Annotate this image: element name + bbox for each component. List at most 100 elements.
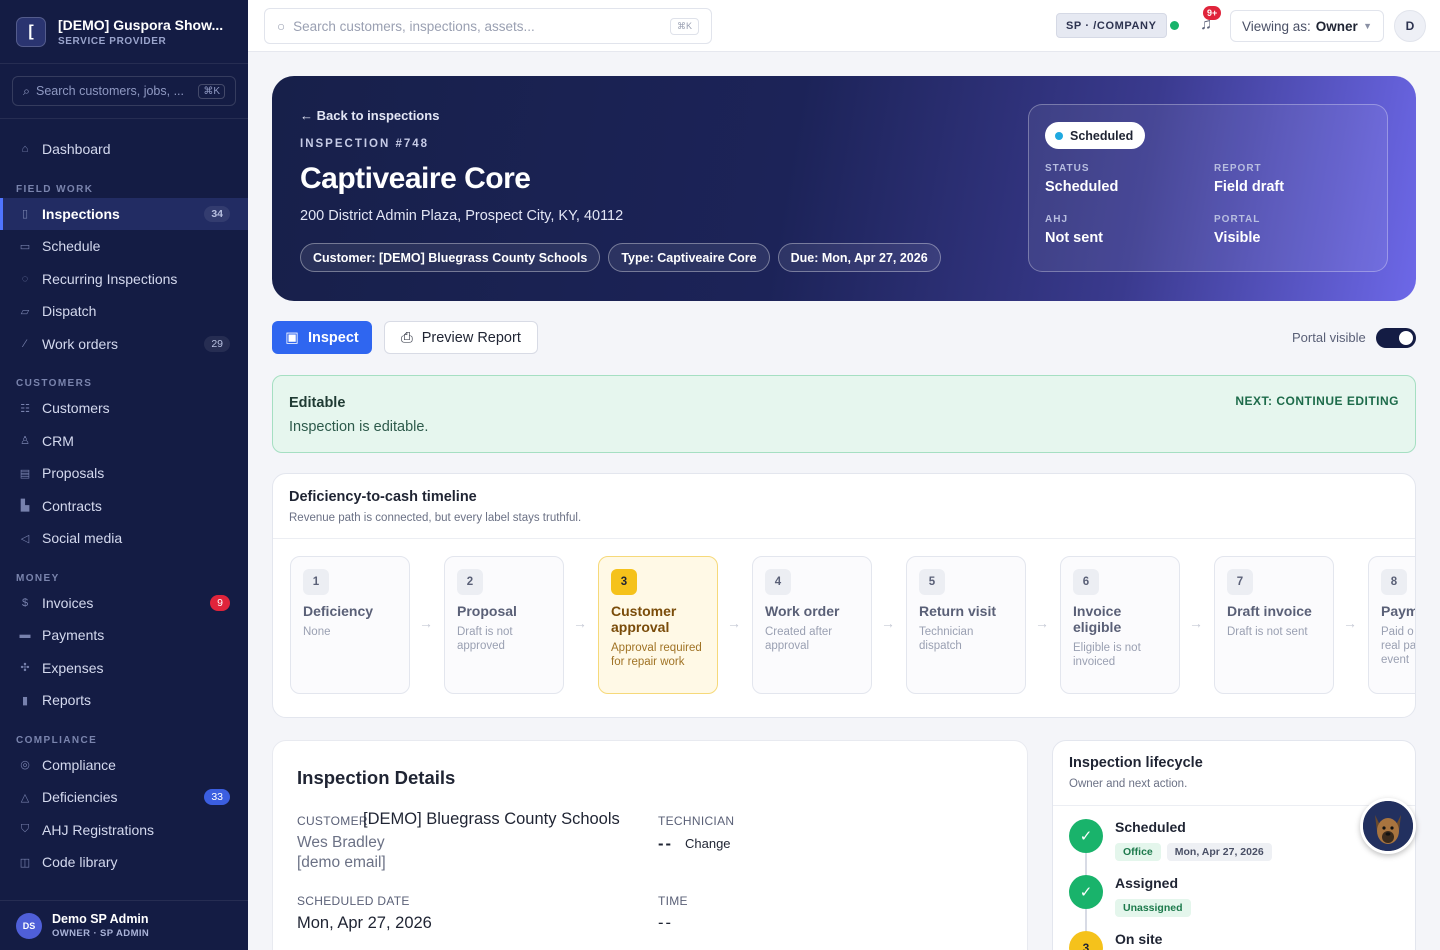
sidebar-item-ahj-registrations[interactable]: ⛉ AHJ Registrations bbox=[0, 814, 248, 847]
search-placeholder: Search customers, inspections, assets... bbox=[293, 18, 535, 34]
sidebar-item-expenses[interactable]: ✣ Expenses bbox=[0, 652, 248, 685]
sidebar-item-crm[interactable]: ♙ CRM bbox=[0, 425, 248, 458]
timeline-step-work-order[interactable]: 4 Work order Created after approval bbox=[752, 556, 872, 694]
timeline-step-deficiency[interactable]: 1 Deficiency None bbox=[290, 556, 410, 694]
sidebar-item-recurring-inspections[interactable]: ◌ Recurring Inspections bbox=[0, 263, 248, 296]
field-value: Visible bbox=[1214, 230, 1261, 246]
sidebar-item-schedule[interactable]: ▭ Schedule bbox=[0, 230, 248, 263]
sidebar-item-label: Social media bbox=[42, 530, 123, 547]
customer-label: CUSTOMER bbox=[297, 814, 368, 828]
sidebar-item-reports[interactable]: ▮ Reports bbox=[0, 684, 248, 717]
type-chip: Type: Captiveaire Core bbox=[608, 243, 770, 272]
timeline-step-return-visit[interactable]: 5 Return visit Technician dispatch bbox=[906, 556, 1026, 694]
timeline-step-payment[interactable]: 8 Paym Paid o real pa event bbox=[1368, 556, 1416, 694]
step-title: Customer approval bbox=[611, 603, 677, 635]
sidebar-item-proposals[interactable]: ▤ Proposals bbox=[0, 457, 248, 490]
calendar-icon: ▭ bbox=[19, 240, 31, 253]
time-value: -- bbox=[658, 914, 673, 932]
next-action-link[interactable]: NEXT: CONTINUE EDITING bbox=[1235, 394, 1399, 408]
portal-field: PORTAL Visible bbox=[1214, 214, 1260, 246]
page-title: Captiveaire Core bbox=[300, 162, 531, 195]
sidebar-item-customers[interactable]: ☷ Customers bbox=[0, 392, 248, 425]
sidebar-item-dispatch[interactable]: ▱ Dispatch bbox=[0, 295, 248, 328]
brand[interactable]: [ [DEMO] Guspora Show... SERVICE PROVIDE… bbox=[0, 0, 248, 64]
inspection-number: INSPECTION #748 bbox=[300, 138, 430, 150]
inspect-button-label: Inspect bbox=[307, 329, 359, 346]
sidebar-item-label: Dashboard bbox=[42, 141, 111, 158]
megaphone-icon: ◁ bbox=[20, 532, 30, 545]
timeline-step-proposal[interactable]: 2 Proposal Draft is not approved bbox=[444, 556, 564, 694]
status-card: Scheduled STATUS Scheduled REPORT Field … bbox=[1028, 104, 1388, 272]
due-chip: Due: Mon, Apr 27, 2026 bbox=[777, 243, 941, 272]
status-dot-icon bbox=[1055, 131, 1063, 140]
timeline-subtitle: Revenue path is connected, but every lab… bbox=[289, 512, 582, 524]
assistant-avatar[interactable] bbox=[1360, 798, 1416, 854]
online-status-icon bbox=[1170, 21, 1179, 30]
viewing-as-select[interactable]: Viewing as: Owner ▼ bbox=[1230, 10, 1384, 42]
count-badge: 33 bbox=[204, 789, 230, 806]
customer-chip[interactable]: Customer: [DEMO] Bluegrass County School… bbox=[300, 243, 601, 272]
sidebar-item-code-library[interactable]: ◫ Code library bbox=[0, 846, 248, 879]
step-number: 7 bbox=[1227, 569, 1253, 595]
sidebar-item-label: CRM bbox=[42, 432, 74, 449]
sidebar-item-compliance[interactable]: ◎ Compliance bbox=[0, 749, 248, 782]
sidebar-item-label: Dispatch bbox=[42, 303, 97, 320]
user-role: OWNER · SP ADMIN bbox=[52, 928, 150, 939]
dollar-icon: $ bbox=[21, 596, 29, 609]
repeat-icon: ◌ bbox=[21, 272, 29, 285]
lifecycle-subtitle: Owner and next action. bbox=[1069, 778, 1188, 790]
divider bbox=[273, 538, 1415, 539]
file-icon: ▤ bbox=[19, 467, 31, 480]
step-desc: Paid o real pa event bbox=[1381, 626, 1416, 666]
sidebar-item-invoices[interactable]: $ Invoices 9 bbox=[0, 587, 248, 620]
lifecycle-connector bbox=[1085, 909, 1087, 931]
home-icon: ⌂ bbox=[21, 143, 29, 156]
sidebar-search-input[interactable]: ⌕ Search customers, jobs, ... ⌘K bbox=[12, 76, 236, 106]
check-circle-icon: ◎ bbox=[20, 759, 30, 772]
step-number: 8 bbox=[1381, 569, 1407, 595]
global-search-input[interactable]: ○ Search customers, inspections, assets.… bbox=[264, 8, 712, 44]
sidebar-item-inspections[interactable]: ▯ Inspections 34 bbox=[0, 197, 248, 230]
dog-avatar-icon bbox=[1363, 801, 1413, 851]
users-icon: ☷ bbox=[20, 402, 30, 415]
sidebar-item-payments[interactable]: ▬ Payments bbox=[0, 619, 248, 652]
customer-value[interactable]: [DEMO] Bluegrass County Schools bbox=[363, 810, 620, 829]
brand-name: [DEMO] Guspora Show... bbox=[58, 16, 224, 33]
sidebar-item-social-media[interactable]: ◁ Social media bbox=[0, 522, 248, 555]
warning-icon: △ bbox=[20, 791, 30, 804]
step-title: Work order bbox=[765, 603, 840, 619]
step-number: 5 bbox=[919, 569, 945, 595]
sidebar-item-label: Schedule bbox=[42, 238, 101, 255]
sidebar-item-work-orders[interactable]: ⁄ Work orders 29 bbox=[0, 328, 248, 361]
scheduled-date-label: SCHEDULED DATE bbox=[297, 894, 410, 908]
section-customers: CUSTOMERS bbox=[16, 378, 93, 389]
sidebar-item-dashboard[interactable]: ⌂ Dashboard bbox=[0, 133, 248, 166]
timeline-step-draft-invoice[interactable]: 7 Draft invoice Draft is not sent bbox=[1214, 556, 1334, 694]
section-money: MONEY bbox=[16, 572, 60, 584]
sidebar-item-label: Contracts bbox=[42, 497, 102, 514]
count-badge: 34 bbox=[204, 205, 230, 222]
step-desc: Approval required for repair work bbox=[611, 642, 702, 668]
sidebar-user[interactable]: DS Demo SP Admin OWNER · SP ADMIN bbox=[0, 900, 248, 950]
card-icon: ▬ bbox=[19, 629, 31, 642]
tenant-badge[interactable]: SP · /COMPANY bbox=[1056, 13, 1167, 38]
preview-button-label: Preview Report bbox=[421, 329, 521, 346]
technician-value: -- bbox=[658, 835, 673, 853]
change-technician-link[interactable]: Change bbox=[685, 836, 731, 851]
sidebar-item-label: Recurring Inspections bbox=[42, 270, 178, 287]
divider bbox=[1053, 805, 1415, 806]
sidebar-item-deficiencies[interactable]: △ Deficiencies 33 bbox=[0, 781, 248, 814]
wrench-icon: ⁄ bbox=[24, 337, 26, 350]
sidebar-item-contracts[interactable]: ▙ Contracts bbox=[0, 490, 248, 523]
sidebar-item-label: Reports bbox=[42, 692, 92, 709]
preview-report-button[interactable]: ⎙ Preview Report bbox=[384, 321, 538, 354]
inspect-button[interactable]: ▣ Inspect bbox=[272, 321, 372, 354]
portal-visible-toggle[interactable] bbox=[1376, 328, 1416, 348]
back-link[interactable]: ← Back to inspections bbox=[300, 108, 439, 123]
shield-icon: ⛉ bbox=[20, 823, 30, 836]
user-avatar[interactable]: D bbox=[1394, 10, 1426, 42]
timeline-step-invoice-eligible[interactable]: 6 Invoice eligible Eligible is not invoi… bbox=[1060, 556, 1180, 694]
chevron-down-icon: ▼ bbox=[1363, 21, 1372, 31]
lifecycle-title: Inspection lifecycle bbox=[1069, 755, 1203, 771]
timeline-step-customer-approval[interactable]: 3 Customer approval Approval required fo… bbox=[598, 556, 718, 694]
